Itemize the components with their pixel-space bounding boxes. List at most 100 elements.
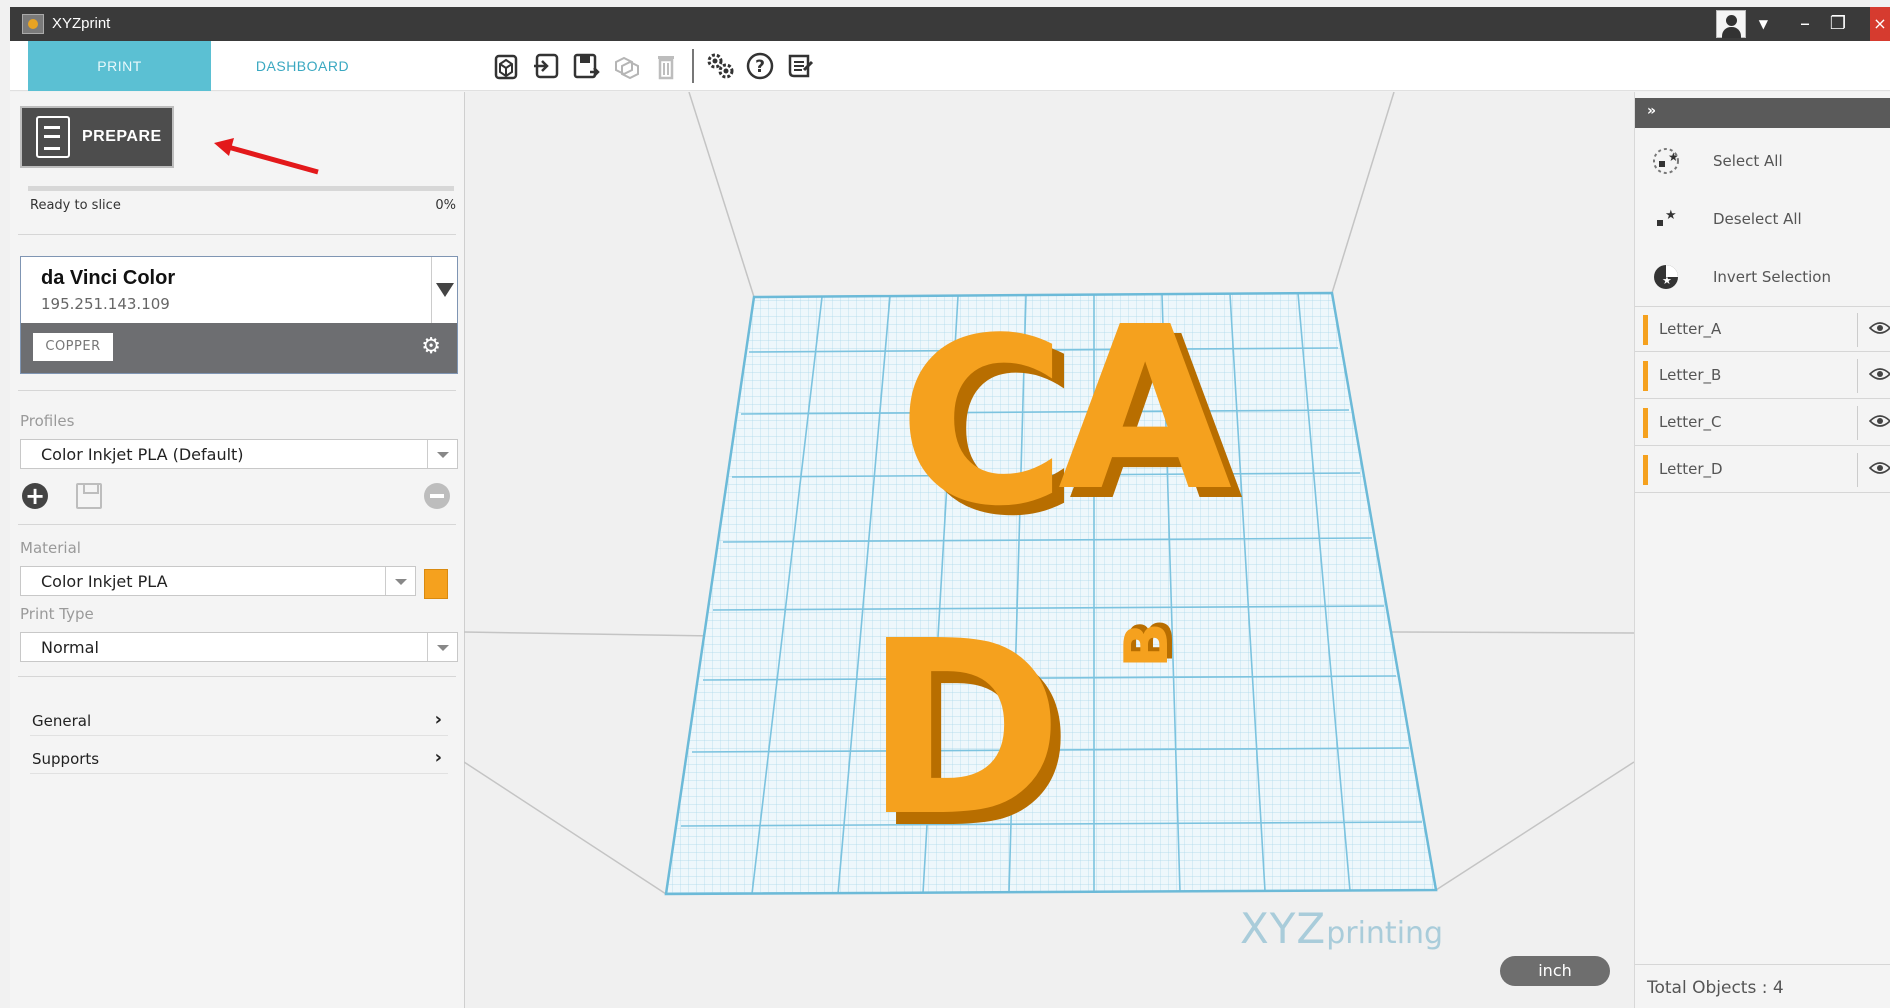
save-profile-icon[interactable] bbox=[76, 483, 102, 509]
remove-profile-icon[interactable] bbox=[424, 483, 450, 509]
tab-print[interactable]: PRINT bbox=[28, 41, 211, 91]
printer-dropdown-arrow-icon[interactable] bbox=[431, 257, 457, 323]
divider bbox=[1857, 313, 1858, 347]
notes-icon[interactable] bbox=[780, 47, 820, 85]
object-color-stripe bbox=[1643, 455, 1648, 485]
profiles-selected: Color Inkjet PLA (Default) bbox=[41, 445, 244, 464]
object-name: Letter_A bbox=[1659, 320, 1722, 338]
annotation-arrow-icon bbox=[214, 138, 319, 175]
section-supports-label: Supports bbox=[32, 750, 100, 768]
visibility-eye-icon[interactable] bbox=[1869, 367, 1890, 381]
svg-text:★: ★ bbox=[1668, 150, 1679, 164]
object-list-item[interactable]: Letter_D bbox=[1635, 447, 1890, 493]
brand-big: XYZ bbox=[1240, 904, 1327, 953]
printer-selector[interactable]: da Vinci Color 195.251.143.109 COPPER ⚙ bbox=[20, 256, 458, 374]
svg-text:?: ? bbox=[755, 57, 765, 77]
object-color-stripe bbox=[1643, 315, 1648, 345]
restore-button[interactable]: ❐ bbox=[1830, 13, 1846, 34]
user-account-icon[interactable] bbox=[1716, 10, 1746, 38]
object-name: Letter_C bbox=[1659, 413, 1722, 431]
deselect-all-icon: ★ bbox=[1657, 208, 1677, 226]
material-label: Material bbox=[20, 539, 81, 557]
close-button[interactable]: × bbox=[1870, 7, 1890, 41]
section-general-label: General bbox=[32, 712, 92, 730]
object-color-stripe bbox=[1643, 408, 1648, 438]
section-general[interactable]: General › bbox=[30, 706, 448, 736]
deselect-all-label: Deselect All bbox=[1713, 210, 1802, 228]
letter-d-face: D bbox=[864, 589, 1063, 869]
visibility-eye-icon[interactable] bbox=[1869, 414, 1890, 428]
chevron-down-icon bbox=[427, 633, 457, 661]
object-color-stripe bbox=[1643, 361, 1648, 391]
app-window: XYZprint ▼ – ❐ × PRINT DASHBOARD ? PREPA… bbox=[0, 0, 1890, 1008]
print-type-selected: Normal bbox=[41, 638, 99, 657]
profiles-label: Profiles bbox=[20, 412, 75, 430]
invert-selection-icon: ★ bbox=[1654, 265, 1678, 289]
window-title: XYZprint bbox=[52, 15, 111, 32]
letter-c-face: C bbox=[898, 290, 1067, 557]
divider bbox=[1857, 406, 1858, 440]
open-model-icon[interactable] bbox=[486, 47, 526, 85]
build-plate-viewport[interactable]: C C A A B B D D XYZprinting inch bbox=[464, 92, 1634, 1008]
object-name: Letter_D bbox=[1659, 460, 1723, 478]
add-profile-icon[interactable]: + bbox=[22, 483, 48, 509]
chevron-right-icon: › bbox=[434, 747, 442, 768]
slice-percent: 0% bbox=[435, 198, 456, 213]
right-panel-header: » bbox=[1635, 98, 1890, 128]
slice-icon bbox=[36, 116, 70, 158]
left-panel: PREPARE Ready to slice 0% da Vinci Color… bbox=[10, 92, 464, 1008]
import-icon[interactable] bbox=[526, 47, 566, 85]
settings-icon[interactable] bbox=[700, 47, 740, 85]
divider bbox=[18, 676, 456, 677]
object-list-item[interactable]: Letter_B bbox=[1635, 353, 1890, 399]
object-name: Letter_B bbox=[1659, 366, 1722, 384]
save-project-icon[interactable] bbox=[566, 47, 606, 85]
build-plate-scene: C C A A B B D D bbox=[464, 92, 1634, 1008]
toolbar-divider bbox=[692, 49, 694, 83]
collapse-panel-icon[interactable]: » bbox=[1647, 103, 1656, 119]
chevron-down-icon bbox=[385, 567, 415, 595]
duplicate-icon[interactable] bbox=[606, 47, 646, 85]
printer-badge: COPPER bbox=[33, 333, 113, 361]
total-objects-footer: Total Objects : 4 bbox=[1635, 964, 1890, 1008]
app-logo-icon bbox=[22, 14, 44, 34]
divider bbox=[18, 524, 456, 525]
object-list-item[interactable]: Letter_C bbox=[1635, 400, 1890, 446]
chevron-down-icon bbox=[427, 440, 457, 468]
divider bbox=[18, 234, 456, 235]
invert-selection-label: Invert Selection bbox=[1713, 268, 1831, 286]
print-type-select[interactable]: Normal bbox=[20, 632, 458, 662]
total-objects-count: Total Objects : 4 bbox=[1647, 978, 1784, 998]
right-panel: » ★ Select All ★ Deselect All ★ Invert S… bbox=[1634, 92, 1890, 1008]
section-supports[interactable]: Supports › bbox=[30, 744, 448, 774]
unit-toggle-button[interactable]: inch bbox=[1500, 956, 1610, 986]
tab-dashboard[interactable]: DASHBOARD bbox=[211, 41, 394, 91]
account-dropdown-icon[interactable]: ▼ bbox=[1759, 17, 1768, 31]
profiles-select[interactable]: Color Inkjet PLA (Default) bbox=[20, 439, 458, 469]
invert-selection-button[interactable]: ★ Invert Selection bbox=[1635, 250, 1890, 306]
divider bbox=[1857, 453, 1858, 487]
printer-settings-gear-icon[interactable]: ⚙ bbox=[421, 335, 441, 359]
toolbar: ? bbox=[486, 47, 820, 85]
title-bar: XYZprint ▼ – ❐ × bbox=[10, 7, 1890, 41]
object-list-item[interactable]: Letter_A bbox=[1635, 306, 1890, 352]
deselect-all-button[interactable]: ★ Deselect All bbox=[1635, 192, 1890, 248]
visibility-eye-icon[interactable] bbox=[1869, 321, 1890, 335]
slice-status: Ready to slice bbox=[30, 198, 121, 213]
material-select[interactable]: Color Inkjet PLA bbox=[20, 566, 416, 596]
select-all-button[interactable]: ★ Select All bbox=[1635, 134, 1890, 190]
svg-text:★: ★ bbox=[1662, 274, 1672, 287]
delete-icon[interactable] bbox=[646, 47, 686, 85]
material-color-swatch[interactable] bbox=[424, 569, 448, 599]
divider bbox=[18, 390, 456, 391]
svg-text:★: ★ bbox=[1665, 208, 1677, 223]
printer-status-bar: COPPER ⚙ bbox=[21, 323, 457, 373]
xyzprinting-watermark: XYZprinting bbox=[1240, 904, 1443, 953]
help-icon[interactable]: ? bbox=[740, 47, 780, 85]
select-all-icon: ★ bbox=[1653, 148, 1679, 174]
prepare-button[interactable]: PREPARE bbox=[20, 106, 174, 168]
printer-name: da Vinci Color bbox=[41, 267, 176, 289]
minimize-button[interactable]: – bbox=[1800, 11, 1810, 35]
visibility-eye-icon[interactable] bbox=[1869, 461, 1890, 475]
select-all-label: Select All bbox=[1713, 152, 1783, 170]
